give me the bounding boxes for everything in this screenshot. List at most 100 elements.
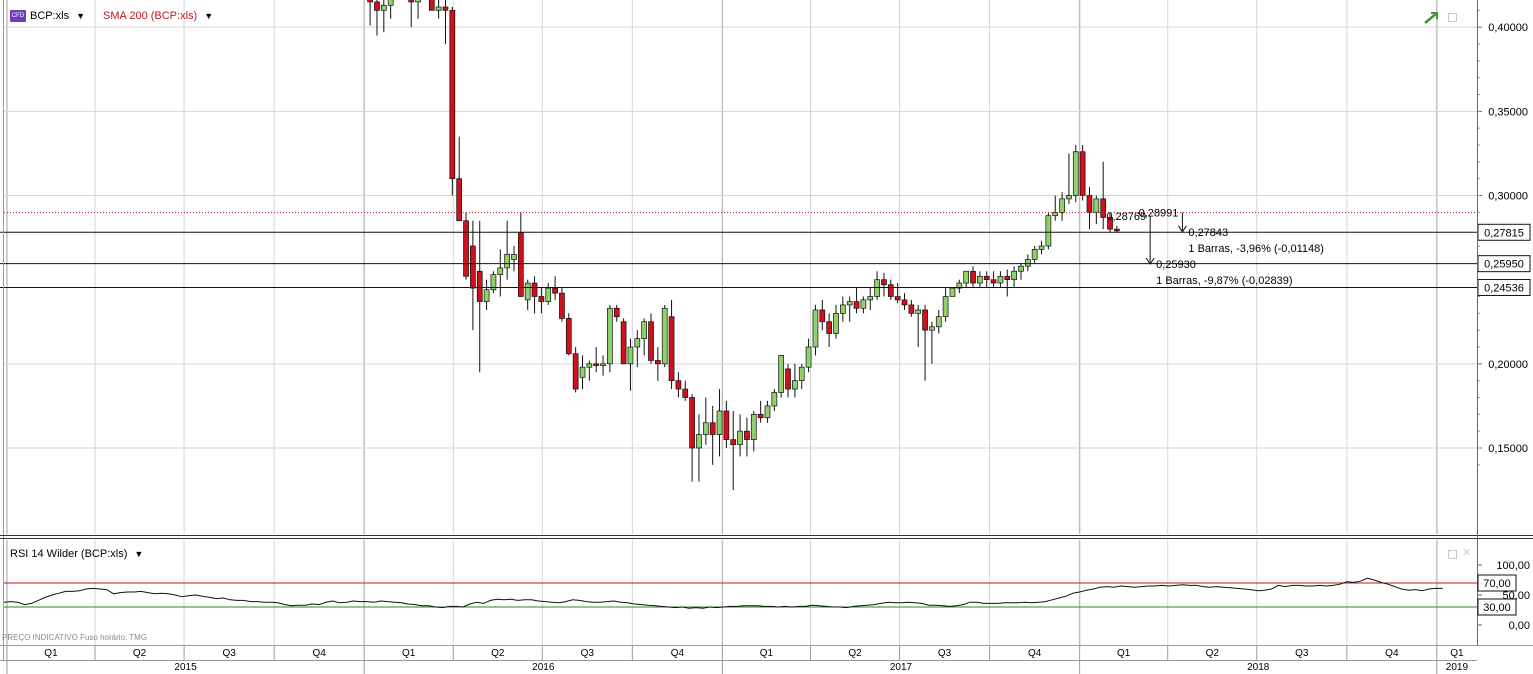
candle-body [894,296,901,301]
candle-body [470,245,476,289]
candle-body [744,430,750,440]
quarter-label: Q3 [938,648,952,659]
quarter-label: Q4 [671,648,685,659]
chart-canvas[interactable]: 0,287690,259301 Barras, -9,87% (-0,02839… [0,0,1533,674]
chart-stage: 0,28769 0,25930 1 Barras, -9,87% (-0,02839… [0,0,1533,674]
grid-lines [4,0,1477,645]
candle-body [798,366,805,382]
candle-body [949,287,956,297]
candle-body [750,413,757,440]
year-label: 2016 [532,662,555,673]
trend-icon[interactable] [1424,12,1438,24]
candle-body [607,307,613,365]
candle-body [641,321,648,339]
year-label: 2018 [1247,662,1270,673]
candle-body [511,254,517,260]
quarter-label: Q4 [312,648,326,659]
rsi-level-label: 30,00 [1483,602,1511,614]
candle-body [997,275,1004,284]
candle-body [970,270,976,284]
candle-body [778,355,785,393]
quarter-label: Q2 [133,648,147,659]
close-icon[interactable]: ✕ [1462,546,1471,559]
measure-info-label: 1 Barras, -9,87% (-0,02839) [1156,275,1292,287]
candle-body [1072,151,1079,196]
symbol-label[interactable]: BCP:xls [30,10,69,22]
candle-body [682,388,689,398]
candle-body [668,316,675,382]
candle-body [449,9,456,180]
candle-body [887,284,894,297]
candle-body [415,0,421,3]
candle-body [935,316,942,328]
candle-body [696,434,702,449]
chevron-down-icon[interactable]: ▼ [76,11,85,21]
year-label: 2015 [174,662,197,673]
rsi-axis-label: 100,00 [1496,560,1530,572]
candle-body [1100,198,1107,218]
measure-end-label: 0,27843 [1188,227,1228,239]
price-box-label: 0,24536 [1484,282,1524,294]
quarter-label: Q3 [222,648,236,659]
candle-body [1086,195,1093,213]
cfd-icon: CFD [10,10,26,22]
candle-body [463,220,469,277]
candle-body [1066,195,1072,200]
candle-body [963,270,970,284]
candlestick-series [367,0,1120,491]
rsi-level-label: 70,00 [1483,578,1511,590]
sma-label[interactable]: SMA 200 (BCP:xls) [103,10,197,22]
rsi-label[interactable]: RSI 14 Wilder (BCP:xls) [10,548,127,560]
candle-body [929,326,935,331]
candle-body [860,299,867,309]
candle-body [839,304,846,314]
candle-body [901,299,908,306]
restore-window-icon[interactable] [1448,550,1457,559]
candle-body [524,282,531,301]
price-axis-label: 0,40000 [1488,22,1528,34]
restore-window-icon[interactable] [1448,13,1457,22]
candle-body [792,380,798,390]
candle-body [593,363,600,366]
candle-body [579,366,586,378]
candle-body [552,287,558,294]
chevron-down-icon[interactable]: ▼ [204,11,213,21]
measure-start-label: 0,28991 [1139,207,1179,219]
quarter-label: Q2 [848,648,862,659]
candle-body [565,318,572,355]
candle-body [648,321,654,361]
candle-body [456,178,463,222]
candle-body [620,321,627,365]
rsi-legend[interactable]: RSI 14 Wilder (BCP:xls) ▼ [10,548,143,560]
price-box-label: 0,25950 [1484,259,1524,271]
candle-body [367,0,373,3]
candle-body [983,275,990,281]
quarter-label: Q4 [1385,648,1399,659]
footer-note: PREÇO INDICATIVO Fuso horário: TMG [2,633,148,642]
rsi-series [3,577,1477,609]
quarter-label: Q1 [1117,648,1131,659]
year-label: 2017 [890,662,913,673]
candle-body [1059,198,1065,213]
quarter-label: Q4 [1028,648,1042,659]
candle-body [764,405,771,419]
candle-body [785,368,791,390]
candle-body [408,0,415,3]
candle-body [757,413,764,419]
price-legend[interactable]: CFD BCP:xls ▼ SMA 200 (BCP:xls) ▼ [10,10,213,22]
candle-body [812,309,819,348]
quarter-label: Q2 [491,648,505,659]
candle-body [716,410,723,435]
candle-body [819,309,826,323]
candle-body [702,422,709,435]
chevron-down-icon[interactable]: ▼ [134,549,143,559]
candle-body [545,287,552,302]
measure-end-label: 0,25930 [1156,259,1196,271]
candle-body [627,346,634,365]
candle-body [538,296,545,302]
quarter-label: Q1 [402,648,416,659]
candle-body [613,307,620,318]
candle-body [1018,265,1024,272]
candle-body [497,267,504,275]
candle-body [1031,249,1038,260]
